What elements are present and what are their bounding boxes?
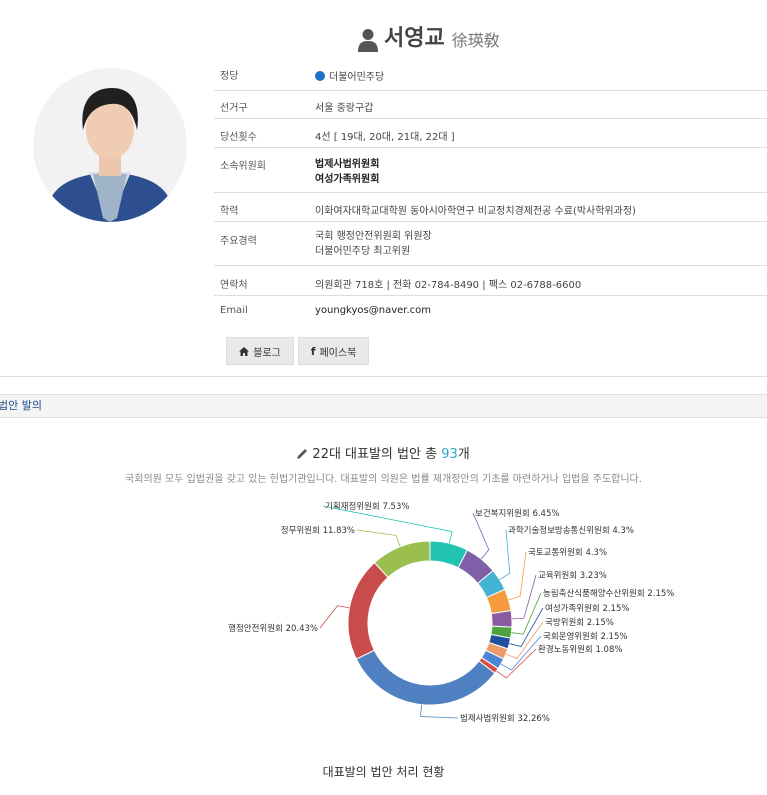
home-icon	[239, 346, 250, 356]
party-row: 정당 더불어민주당	[214, 60, 767, 91]
chart-title: 22대 대표발의 법안 총 93개	[0, 443, 767, 462]
leader-line-10	[420, 704, 459, 719]
district-row: 선거구 서울 중랑구갑	[214, 91, 767, 119]
chart-description: 국회의원 모두 입법권을 갖고 있는 헌법기관입니다. 대표발의 의원은 법률 …	[125, 474, 642, 485]
career-label: 주요경력	[220, 236, 257, 247]
slice-label-6: 여성가족위원회 2.15%	[545, 603, 629, 614]
terms-value: 4선 [ 19대, 20대, 21대, 22대 ]	[315, 132, 455, 143]
district-label: 선거구	[220, 103, 248, 114]
education-value: 이화여자대학교대학원 동아시아학연구 비교정치경제전공 수료(박사학위과정)	[315, 206, 636, 217]
leader-line-5	[511, 592, 542, 635]
leader-line-1	[472, 512, 490, 560]
slice-11[interactable]	[347, 561, 389, 660]
slice-label-3: 국토교통위원회 4.3%	[528, 548, 607, 558]
career-line-1: 국회 행정안전위원회 위원장	[315, 231, 432, 242]
contact-value: 의원회관 718호 | 전화 02-784-8490 | 팩스 02-6788-…	[315, 280, 582, 291]
slice-label-8: 국회운영위원회 2.15%	[543, 631, 627, 642]
email-row: Email youngkyos@naver.com	[214, 296, 767, 324]
slice-label-10: 법제사법위원회 32.26%	[460, 713, 550, 724]
contact-label: 연락처	[220, 280, 248, 291]
member-name-header: 서영교 徐瑛敎	[358, 22, 500, 52]
party-color-dot	[315, 71, 325, 81]
person-icon	[358, 29, 378, 52]
contact-row: 연락처 의원회관 718호 | 전화 02-784-8490 | 팩스 02-6…	[214, 266, 767, 296]
facebook-button-label: 페이스북	[319, 347, 357, 359]
district-value: 서울 중랑구갑	[315, 103, 374, 114]
blog-button-label: 블로그	[253, 347, 281, 359]
committee-link-2[interactable]: 여성가족위원회	[315, 172, 767, 187]
leader-line-3	[508, 551, 527, 601]
member-photo	[33, 68, 187, 222]
email-value[interactable]: youngkyos@naver.com	[315, 296, 767, 324]
slice-12[interactable]	[373, 540, 431, 579]
email-label: Email	[220, 305, 248, 316]
committee-row: 소속위원회 법제사법위원회 여성가족위원회	[214, 148, 767, 193]
committee-link-1[interactable]: 법제사법위원회	[315, 157, 767, 172]
slice-label-5: 농림축산식품해양수산위원회 2.15%	[543, 588, 674, 599]
divider	[0, 376, 767, 377]
terms-row: 당선횟수 4선 [ 19대, 20대, 21대, 22대 ]	[214, 119, 767, 148]
blog-button[interactable]: 블로그	[226, 337, 294, 365]
leader-line-2	[499, 529, 511, 580]
facebook-button[interactable]: f 페이스북	[298, 337, 369, 365]
member-name: 서영교	[384, 26, 445, 51]
slice-label-2: 과학기술정보방송통신위원회 4.3%	[508, 525, 634, 536]
slice-label-12: 정무위원회 11.83%	[281, 525, 355, 536]
member-name-hanja: 徐瑛敎	[451, 31, 500, 50]
slice-label-9: 환경노동위원회 1.08%	[538, 644, 622, 655]
profile-table: 정당 더불어민주당 선거구 서울 중랑구갑 당선횟수 4선 [ 19대, 20대…	[214, 60, 767, 324]
section-header: 법안 발의	[0, 394, 767, 418]
career-line-2: 더불어민주당 최고위원	[315, 246, 411, 257]
slice-label-1: 보건복지위원회 6.45%	[475, 508, 559, 519]
terms-label: 당선횟수	[220, 132, 257, 143]
education-row: 학력 이화여자대학교대학원 동아시아학연구 비교정치경제전공 수료(박사학위과정…	[214, 193, 767, 222]
committee-bill-chart: 기획재정위원회 7.53% 보건복지위원회 6.45% 과학기술정보방송통신위원회 …	[228, 501, 674, 724]
chart-title-suffix: 개	[457, 447, 470, 462]
leader-line-11	[319, 605, 350, 629]
bill-status-title: 대표발의 법안 처리 현황	[322, 765, 445, 779]
education-label: 학력	[220, 206, 239, 217]
slice-label-0: 기획재정위원회 7.53%	[325, 501, 409, 512]
leader-line-12	[356, 529, 401, 547]
slice-label-11: 행정안전위원회 20.43%	[228, 623, 318, 634]
party-label: 정당	[220, 71, 239, 82]
committee-label: 소속위원회	[220, 161, 266, 172]
slice-10[interactable]	[355, 649, 496, 706]
facebook-icon: f	[310, 344, 316, 358]
career-row: 주요경력 국회 행정안전위원회 위원장 더불어민주당 최고위원	[214, 222, 767, 266]
party-value: 더불어민주당	[329, 72, 385, 83]
pencil-icon	[297, 449, 308, 459]
slice-label-4: 교육위원회 3.23%	[538, 571, 607, 581]
slice-label-7: 국방위원회 2.15%	[545, 617, 614, 628]
section-title: 법안 발의	[0, 399, 42, 412]
chart-title-prefix: 22대 대표발의 법안 총	[312, 447, 442, 462]
bill-count: 93	[441, 447, 458, 462]
slice-4[interactable]	[490, 609, 513, 628]
